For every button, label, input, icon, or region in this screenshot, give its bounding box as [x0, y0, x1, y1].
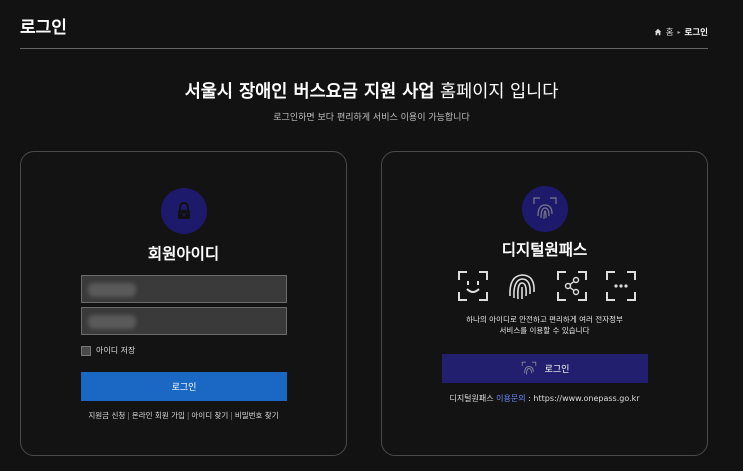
member-login-heading: 회원아이디 [147, 245, 220, 263]
intro-subtitle: 로그인하면 보다 편리하게 서비스 이용이 가능합니다 [273, 113, 470, 123]
member-login-panel: 회원아이디 아이디 저장 로그인 지원금 신청 | 온라인 회원 가입 | 아이디 찾기… [20, 151, 347, 456]
breadcrumb: 홈 ▸ 로그인 [654, 26, 708, 38]
member-links: 지원금 신청 | 온라인 회원 가입 | 아이디 찾기 | 비밀번호 찾기 [21, 410, 346, 421]
headline-strong: 서울시 장애인 버스요금 지원 사업 [184, 82, 435, 102]
pattern-icon [556, 271, 587, 301]
pin-icon [605, 271, 636, 301]
fingerprint-icon [533, 197, 557, 220]
onepass-heading: 디지털원패스 [501, 241, 588, 259]
contact-prefix: 디지털원패스 [449, 394, 497, 403]
contact-link[interactable]: 이용문의 [496, 394, 525, 403]
link-divider: | [230, 411, 233, 420]
breadcrumb-separator-icon: ▸ [677, 28, 681, 36]
home-icon[interactable] [654, 28, 662, 36]
password-field-masked-value [88, 315, 136, 329]
onepass-login-label: 로그인 [544, 365, 570, 375]
onepass-description-line-2: 서비스를 이용할 수 있습니다 [499, 326, 590, 335]
find-id-link[interactable]: 아이디 찾기 [191, 411, 228, 420]
fingerprint-icon [509, 274, 536, 300]
auth-methods [457, 270, 637, 302]
digital-onepass-panel: 디지털원패스 하나의 아이디로 안전하고 편리하게 여러 전자정부 서비스를 이… [381, 151, 708, 456]
remember-id-checkbox[interactable] [81, 345, 91, 356]
onepass-icon-circle [522, 186, 568, 232]
login-button-label: 로그인 [171, 383, 197, 393]
onepass-description: 하나의 아이디로 안전하고 편리하게 여러 전자정부 서비스를 이용할 수 있습… [382, 314, 707, 336]
remember-id[interactable]: 아이디 저장 [81, 345, 135, 356]
page-title: 로그인 [20, 18, 67, 38]
intro-headline: 서울시 장애인 버스요금 지원 사업 홈페이지 입니다 [0, 78, 743, 103]
contact-url: : https://www.onepass.go.kr [525, 394, 640, 403]
signup-link[interactable]: 온라인 회원 가입 [132, 411, 185, 420]
breadcrumb-home[interactable]: 홈 [666, 26, 674, 38]
breadcrumb-current: 로그인 [684, 28, 708, 38]
id-field-masked-value [88, 283, 136, 297]
password-field[interactable] [81, 307, 287, 335]
onepass-contact: 디지털원패스 이용문의 : https://www.onepass.go.kr [382, 393, 707, 404]
lock-icon [178, 202, 190, 219]
login-button[interactable]: 로그인 [81, 372, 287, 401]
fingerprint-icon [521, 361, 536, 375]
link-divider: | [186, 411, 190, 420]
onepass-login-button[interactable]: 로그인 [442, 354, 648, 383]
face-icon [458, 271, 488, 301]
headline-rest: 홈페이지 입니다 [434, 82, 559, 102]
find-password-link[interactable]: 비밀번호 찾기 [235, 411, 279, 420]
link-divider: | [127, 411, 130, 420]
apply-subsidy-link[interactable]: 지원금 신청 [88, 411, 125, 420]
remember-id-label: 아이디 저장 [96, 346, 136, 355]
header-divider [20, 48, 708, 49]
lock-icon-circle [161, 188, 207, 234]
onepass-description-line-1: 하나의 아이디로 안전하고 편리하게 여러 전자정부 [466, 315, 623, 324]
id-field[interactable] [81, 275, 287, 303]
